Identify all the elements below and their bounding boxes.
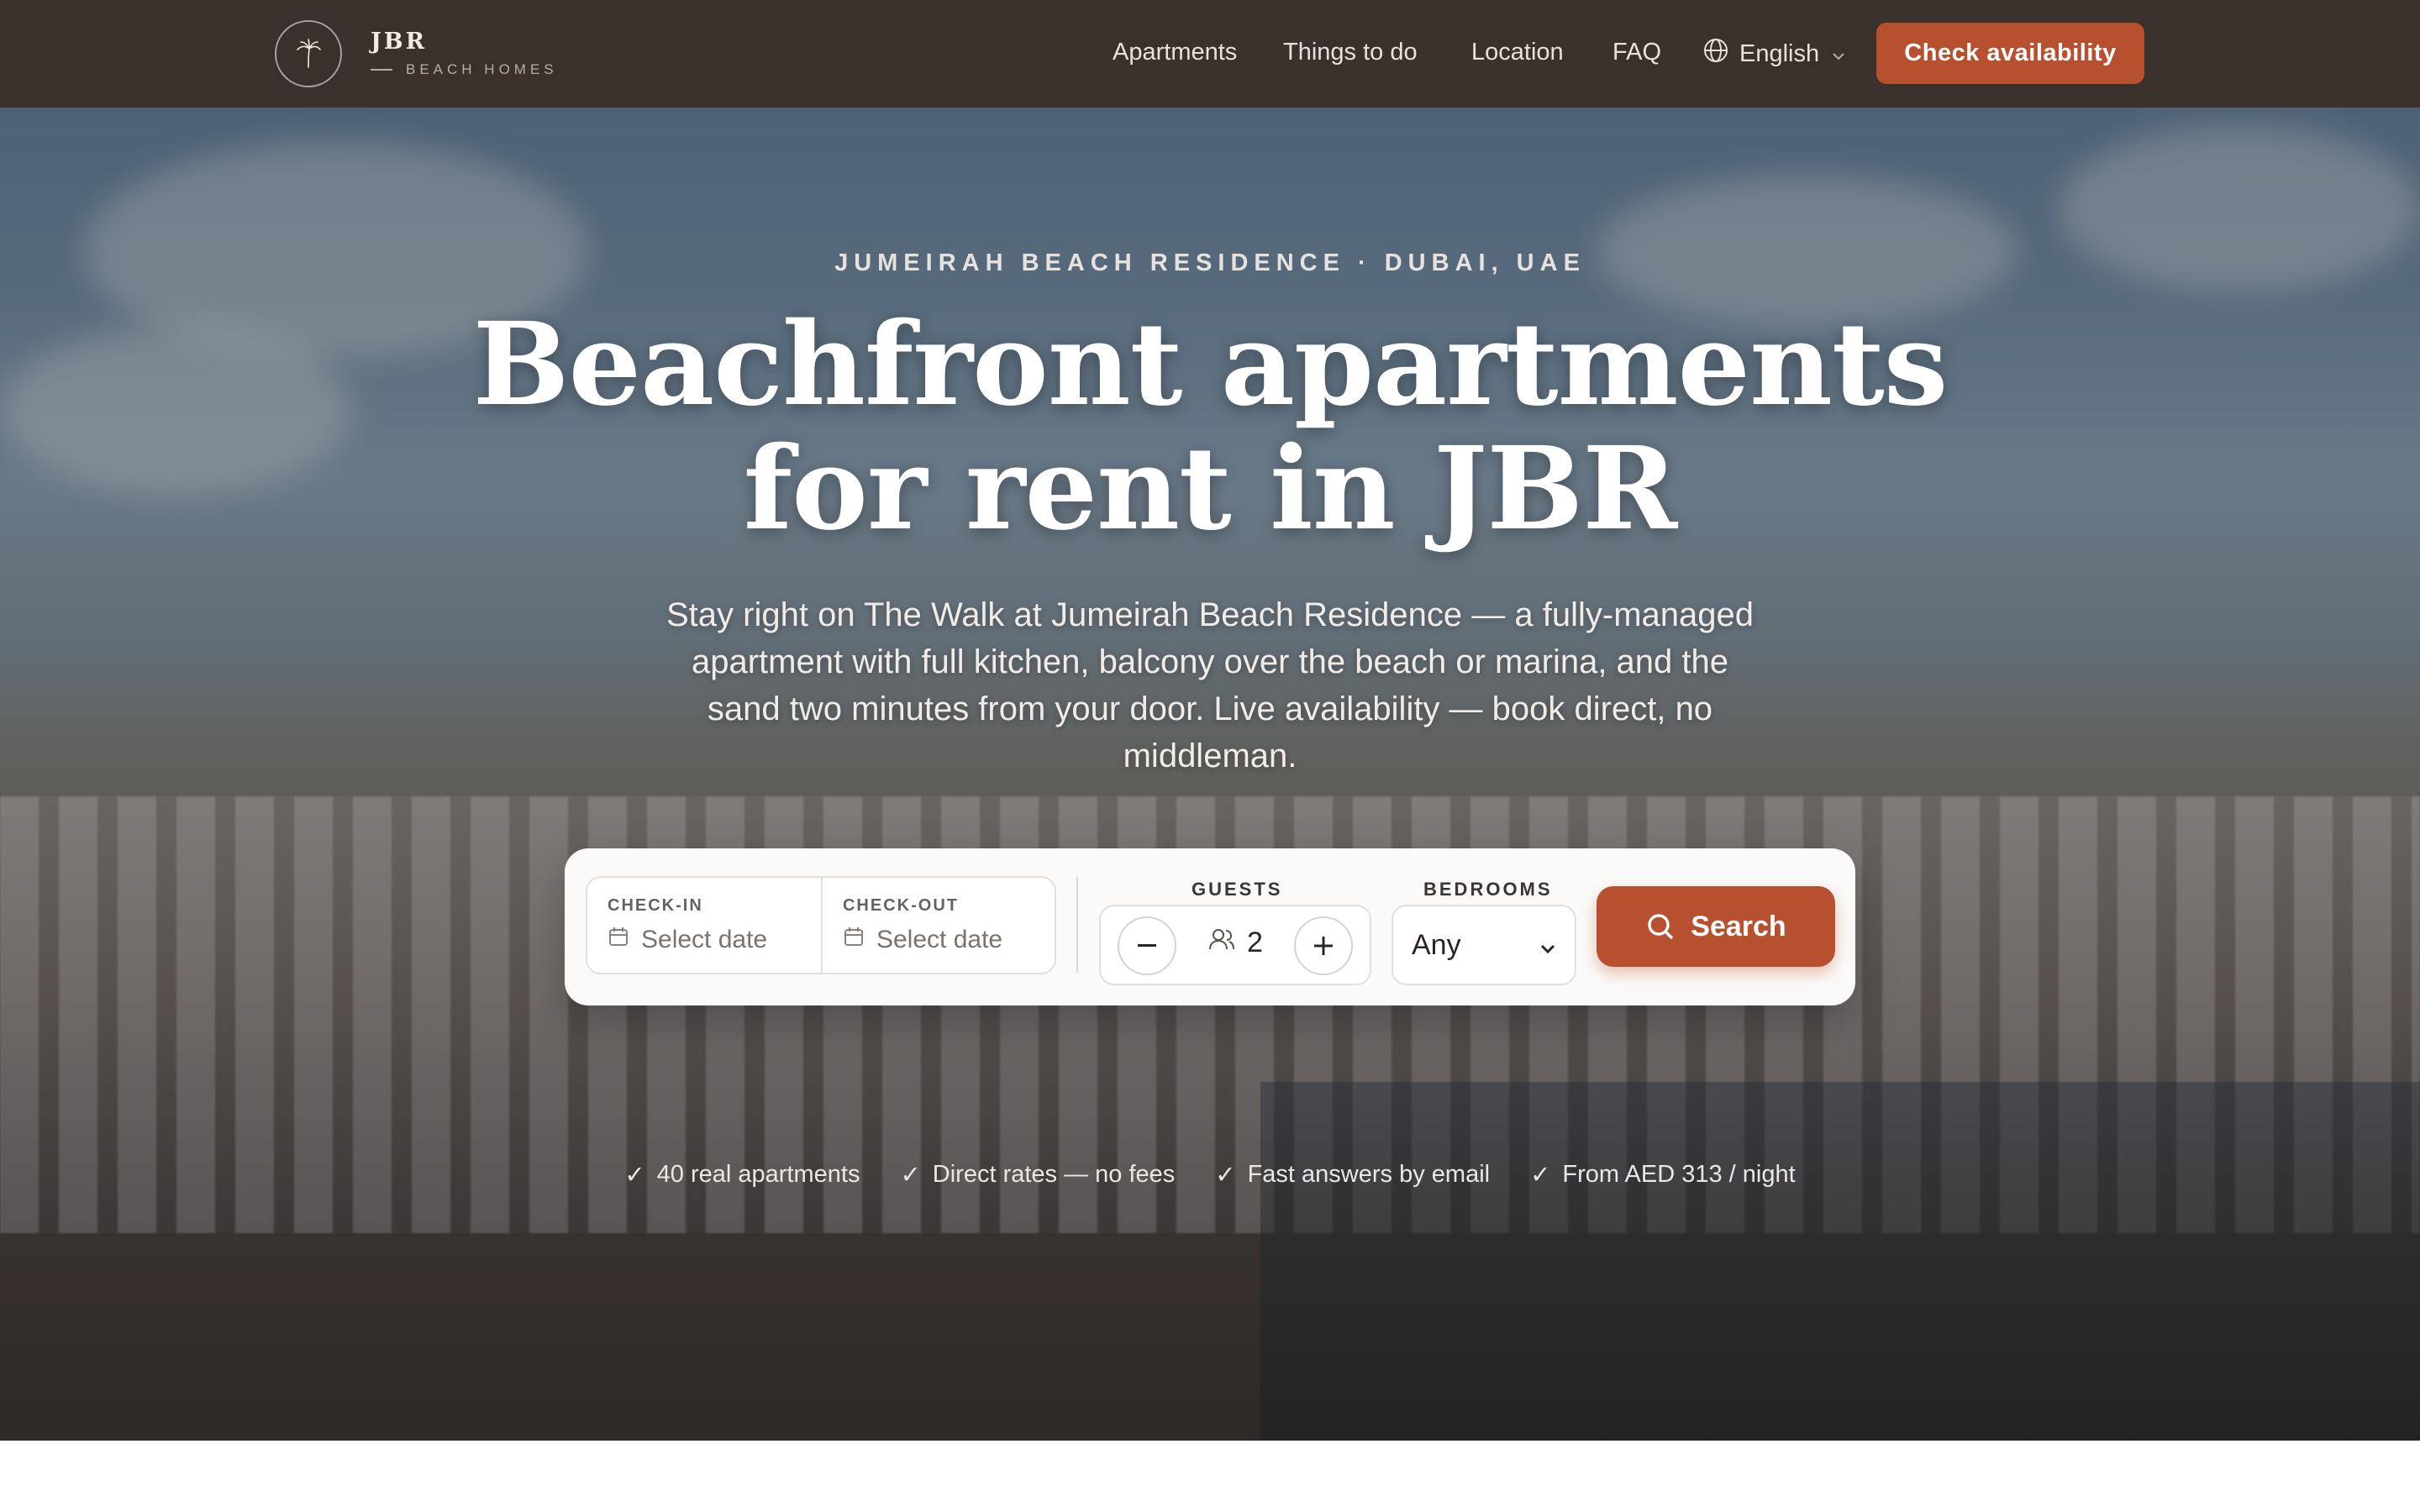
language-selector[interactable]: English xyxy=(1702,37,1846,71)
chevron-down-icon xyxy=(1539,929,1556,962)
check-icon: ✓ xyxy=(1530,1162,1551,1189)
plus-icon xyxy=(1314,937,1333,955)
site-header: JBR BEACH HOMES Apartments Things to do … xyxy=(0,0,2420,108)
increase-guests-button[interactable] xyxy=(1294,916,1353,975)
guests-stepper: 2 xyxy=(1099,905,1371,985)
bedrooms-value: Any xyxy=(1412,928,1461,961)
date-range-picker: CHECK-IN Select date CHECK-OUT Select da… xyxy=(586,876,1056,974)
check-icon: ✓ xyxy=(900,1162,921,1189)
nav-link-things-to-do[interactable]: Things to do xyxy=(1283,39,1418,66)
globe-icon xyxy=(1702,37,1729,71)
check-availability-button[interactable]: Check availability xyxy=(1876,23,2144,84)
nav-link-apartments[interactable]: Apartments xyxy=(1113,39,1237,66)
trust-item-label: 40 real apartments xyxy=(656,1161,860,1188)
checkin-label: CHECK-IN xyxy=(608,896,703,915)
checkout-label: CHECK-OUT xyxy=(842,896,959,915)
trust-item: ✓ Direct rates — no fees xyxy=(900,1160,1175,1189)
minus-icon xyxy=(1138,944,1156,947)
checkout-value: Select date xyxy=(876,926,1003,953)
nav-link-location[interactable]: Location xyxy=(1471,39,1564,66)
calendar-icon xyxy=(608,926,641,954)
trust-item-label: Fast answers by email xyxy=(1247,1161,1491,1188)
brand-tagline: BEACH HOMES xyxy=(406,61,558,77)
search-icon xyxy=(1648,914,1674,940)
check-icon: ✓ xyxy=(1215,1162,1236,1189)
search-button-label: Search xyxy=(1691,910,1786,942)
trust-badges: ✓ 40 real apartments ✓ Direct rates — no… xyxy=(0,1160,2420,1189)
checkout-field[interactable]: CHECK-OUT Select date xyxy=(820,878,1055,973)
hero-eyebrow: JUMEIRAH BEACH RESIDENCE · DUBAI, UAE xyxy=(834,249,1586,276)
trust-item: ✓ 40 real apartments xyxy=(624,1160,860,1189)
nav-link-faq[interactable]: FAQ xyxy=(1612,39,1661,66)
decrease-guests-button[interactable] xyxy=(1118,916,1176,975)
language-label: English xyxy=(1739,39,1820,67)
hero-title-line2: for rent in JBR xyxy=(743,422,1678,556)
card-divider xyxy=(1076,877,1078,973)
bedrooms-label: BEDROOMS xyxy=(1423,879,1553,900)
bedrooms-select[interactable]: Any xyxy=(1392,905,1576,985)
guests-label: GUESTS xyxy=(1192,879,1283,900)
trust-item-label: From AED 313 / night xyxy=(1562,1161,1796,1188)
checkin-value: Select date xyxy=(641,926,768,953)
trust-item-label: Direct rates — no fees xyxy=(932,1161,1176,1188)
trust-item: ✓ Fast answers by email xyxy=(1215,1160,1490,1189)
hero-subtitle: Stay right on The Walk at Jumeirah Beach… xyxy=(666,596,1754,774)
hero-title: Beachfront apartments for rent in JBR xyxy=(0,302,2420,551)
search-button[interactable]: Search xyxy=(1597,886,1835,967)
check-icon: ✓ xyxy=(624,1162,645,1189)
users-icon xyxy=(1208,927,1235,959)
trust-item: ✓ From AED 313 / night xyxy=(1530,1160,1796,1189)
booking-search-card: CHECK-IN Select date CHECK-OUT Select da… xyxy=(565,848,1855,1005)
chevron-down-icon xyxy=(1831,40,1846,68)
brand-logo[interactable]: JBR BEACH HOMES xyxy=(275,20,558,87)
palm-tree-icon xyxy=(275,20,342,87)
calendar-icon xyxy=(843,926,876,954)
hero-title-line1: Beachfront apartments xyxy=(472,297,1949,432)
guests-count: 2 xyxy=(1247,927,1263,958)
checkin-field[interactable]: CHECK-IN Select date xyxy=(587,878,821,973)
brand-dash xyxy=(371,69,392,71)
brand-name: JBR xyxy=(371,29,428,55)
